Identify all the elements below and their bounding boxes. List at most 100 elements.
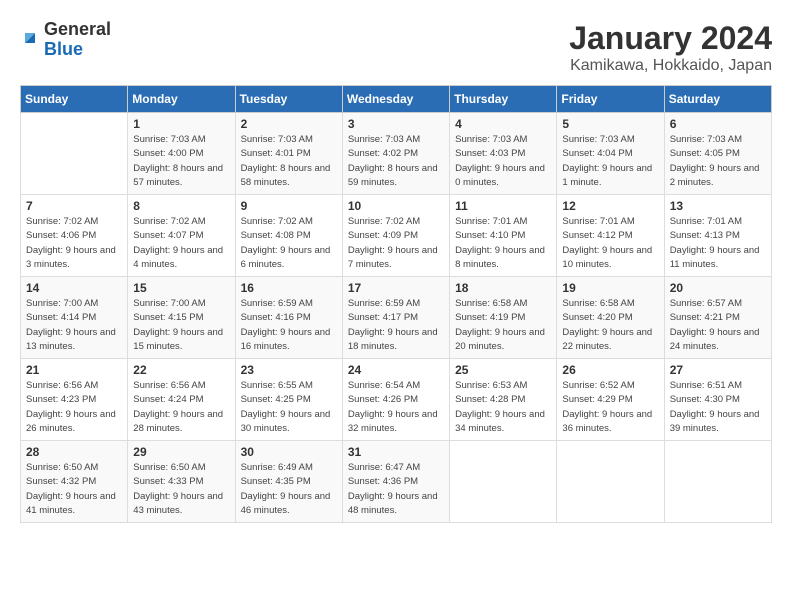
weekday-header: Friday xyxy=(557,86,664,113)
calendar-cell: 30 Sunrise: 6:49 AMSunset: 4:35 PMDaylig… xyxy=(235,441,342,523)
weekday-header: Saturday xyxy=(664,86,771,113)
day-info: Sunrise: 7:01 AMSunset: 4:13 PMDaylight:… xyxy=(670,215,766,272)
logo-general: General xyxy=(44,19,111,39)
calendar-cell: 3 Sunrise: 7:03 AMSunset: 4:02 PMDayligh… xyxy=(342,113,449,195)
day-number: 6 xyxy=(670,117,766,131)
day-number: 20 xyxy=(670,281,766,295)
day-info: Sunrise: 6:51 AMSunset: 4:30 PMDaylight:… xyxy=(670,379,766,436)
logo-graphic xyxy=(20,28,40,53)
day-number: 18 xyxy=(455,281,551,295)
day-info: Sunrise: 7:03 AMSunset: 4:04 PMDaylight:… xyxy=(562,133,658,190)
calendar-cell: 31 Sunrise: 6:47 AMSunset: 4:36 PMDaylig… xyxy=(342,441,449,523)
day-info: Sunrise: 7:02 AMSunset: 4:06 PMDaylight:… xyxy=(26,215,122,272)
calendar-cell: 7 Sunrise: 7:02 AMSunset: 4:06 PMDayligh… xyxy=(21,195,128,277)
calendar-cell: 22 Sunrise: 6:56 AMSunset: 4:24 PMDaylig… xyxy=(128,359,235,441)
day-number: 16 xyxy=(241,281,337,295)
day-info: Sunrise: 6:47 AMSunset: 4:36 PMDaylight:… xyxy=(348,461,444,518)
calendar-week-row: 7 Sunrise: 7:02 AMSunset: 4:06 PMDayligh… xyxy=(21,195,772,277)
day-number: 4 xyxy=(455,117,551,131)
calendar-cell: 26 Sunrise: 6:52 AMSunset: 4:29 PMDaylig… xyxy=(557,359,664,441)
day-number: 9 xyxy=(241,199,337,213)
calendar-cell: 15 Sunrise: 7:00 AMSunset: 4:15 PMDaylig… xyxy=(128,277,235,359)
day-number: 21 xyxy=(26,363,122,377)
title-area: January 2024 Kamikawa, Hokkaido, Japan xyxy=(569,20,772,75)
day-number: 31 xyxy=(348,445,444,459)
day-info: Sunrise: 7:02 AMSunset: 4:07 PMDaylight:… xyxy=(133,215,229,272)
calendar-table: SundayMondayTuesdayWednesdayThursdayFrid… xyxy=(20,85,772,523)
calendar-cell: 21 Sunrise: 6:56 AMSunset: 4:23 PMDaylig… xyxy=(21,359,128,441)
day-info: Sunrise: 7:00 AMSunset: 4:15 PMDaylight:… xyxy=(133,297,229,354)
calendar-cell: 9 Sunrise: 7:02 AMSunset: 4:08 PMDayligh… xyxy=(235,195,342,277)
day-number: 28 xyxy=(26,445,122,459)
header-row: SundayMondayTuesdayWednesdayThursdayFrid… xyxy=(21,86,772,113)
calendar-cell: 18 Sunrise: 6:58 AMSunset: 4:19 PMDaylig… xyxy=(450,277,557,359)
calendar-cell: 14 Sunrise: 7:00 AMSunset: 4:14 PMDaylig… xyxy=(21,277,128,359)
page-header: General Blue January 2024 Kamikawa, Hokk… xyxy=(20,20,772,75)
logo-blue: Blue xyxy=(44,39,83,59)
calendar-cell: 8 Sunrise: 7:02 AMSunset: 4:07 PMDayligh… xyxy=(128,195,235,277)
calendar-cell: 12 Sunrise: 7:01 AMSunset: 4:12 PMDaylig… xyxy=(557,195,664,277)
calendar-cell: 1 Sunrise: 7:03 AMSunset: 4:00 PMDayligh… xyxy=(128,113,235,195)
day-info: Sunrise: 6:55 AMSunset: 4:25 PMDaylight:… xyxy=(241,379,337,436)
weekday-header: Monday xyxy=(128,86,235,113)
day-info: Sunrise: 6:50 AMSunset: 4:32 PMDaylight:… xyxy=(26,461,122,518)
day-info: Sunrise: 6:50 AMSunset: 4:33 PMDaylight:… xyxy=(133,461,229,518)
day-info: Sunrise: 6:49 AMSunset: 4:35 PMDaylight:… xyxy=(241,461,337,518)
day-number: 17 xyxy=(348,281,444,295)
calendar-cell: 25 Sunrise: 6:53 AMSunset: 4:28 PMDaylig… xyxy=(450,359,557,441)
calendar-cell: 16 Sunrise: 6:59 AMSunset: 4:16 PMDaylig… xyxy=(235,277,342,359)
day-info: Sunrise: 7:03 AMSunset: 4:03 PMDaylight:… xyxy=(455,133,551,190)
calendar-week-row: 28 Sunrise: 6:50 AMSunset: 4:32 PMDaylig… xyxy=(21,441,772,523)
day-info: Sunrise: 6:56 AMSunset: 4:23 PMDaylight:… xyxy=(26,379,122,436)
day-info: Sunrise: 7:00 AMSunset: 4:14 PMDaylight:… xyxy=(26,297,122,354)
day-number: 7 xyxy=(26,199,122,213)
day-number: 22 xyxy=(133,363,229,377)
calendar-cell: 13 Sunrise: 7:01 AMSunset: 4:13 PMDaylig… xyxy=(664,195,771,277)
day-number: 5 xyxy=(562,117,658,131)
day-info: Sunrise: 7:01 AMSunset: 4:10 PMDaylight:… xyxy=(455,215,551,272)
calendar-cell: 19 Sunrise: 6:58 AMSunset: 4:20 PMDaylig… xyxy=(557,277,664,359)
day-info: Sunrise: 6:59 AMSunset: 4:17 PMDaylight:… xyxy=(348,297,444,354)
calendar-cell: 2 Sunrise: 7:03 AMSunset: 4:01 PMDayligh… xyxy=(235,113,342,195)
day-number: 27 xyxy=(670,363,766,377)
day-info: Sunrise: 7:01 AMSunset: 4:12 PMDaylight:… xyxy=(562,215,658,272)
calendar-cell: 4 Sunrise: 7:03 AMSunset: 4:03 PMDayligh… xyxy=(450,113,557,195)
day-number: 10 xyxy=(348,199,444,213)
day-number: 29 xyxy=(133,445,229,459)
day-info: Sunrise: 6:56 AMSunset: 4:24 PMDaylight:… xyxy=(133,379,229,436)
day-number: 13 xyxy=(670,199,766,213)
location-title: Kamikawa, Hokkaido, Japan xyxy=(569,57,772,75)
day-number: 14 xyxy=(26,281,122,295)
calendar-cell: 17 Sunrise: 6:59 AMSunset: 4:17 PMDaylig… xyxy=(342,277,449,359)
day-info: Sunrise: 6:59 AMSunset: 4:16 PMDaylight:… xyxy=(241,297,337,354)
day-info: Sunrise: 6:54 AMSunset: 4:26 PMDaylight:… xyxy=(348,379,444,436)
day-info: Sunrise: 7:03 AMSunset: 4:01 PMDaylight:… xyxy=(241,133,337,190)
calendar-cell: 20 Sunrise: 6:57 AMSunset: 4:21 PMDaylig… xyxy=(664,277,771,359)
calendar-cell: 24 Sunrise: 6:54 AMSunset: 4:26 PMDaylig… xyxy=(342,359,449,441)
day-info: Sunrise: 6:57 AMSunset: 4:21 PMDaylight:… xyxy=(670,297,766,354)
calendar-cell: 6 Sunrise: 7:03 AMSunset: 4:05 PMDayligh… xyxy=(664,113,771,195)
day-number: 2 xyxy=(241,117,337,131)
day-info: Sunrise: 7:03 AMSunset: 4:00 PMDaylight:… xyxy=(133,133,229,190)
calendar-cell xyxy=(450,441,557,523)
weekday-header: Wednesday xyxy=(342,86,449,113)
day-number: 19 xyxy=(562,281,658,295)
day-number: 3 xyxy=(348,117,444,131)
calendar-cell: 28 Sunrise: 6:50 AMSunset: 4:32 PMDaylig… xyxy=(21,441,128,523)
day-info: Sunrise: 7:02 AMSunset: 4:09 PMDaylight:… xyxy=(348,215,444,272)
calendar-cell xyxy=(557,441,664,523)
calendar-cell: 29 Sunrise: 6:50 AMSunset: 4:33 PMDaylig… xyxy=(128,441,235,523)
calendar-cell: 5 Sunrise: 7:03 AMSunset: 4:04 PMDayligh… xyxy=(557,113,664,195)
weekday-header: Tuesday xyxy=(235,86,342,113)
day-info: Sunrise: 7:03 AMSunset: 4:02 PMDaylight:… xyxy=(348,133,444,190)
day-info: Sunrise: 6:53 AMSunset: 4:28 PMDaylight:… xyxy=(455,379,551,436)
calendar-week-row: 21 Sunrise: 6:56 AMSunset: 4:23 PMDaylig… xyxy=(21,359,772,441)
weekday-header: Sunday xyxy=(21,86,128,113)
day-number: 26 xyxy=(562,363,658,377)
day-info: Sunrise: 6:52 AMSunset: 4:29 PMDaylight:… xyxy=(562,379,658,436)
calendar-week-row: 14 Sunrise: 7:00 AMSunset: 4:14 PMDaylig… xyxy=(21,277,772,359)
weekday-header: Thursday xyxy=(450,86,557,113)
calendar-week-row: 1 Sunrise: 7:03 AMSunset: 4:00 PMDayligh… xyxy=(21,113,772,195)
day-info: Sunrise: 7:03 AMSunset: 4:05 PMDaylight:… xyxy=(670,133,766,190)
day-info: Sunrise: 6:58 AMSunset: 4:20 PMDaylight:… xyxy=(562,297,658,354)
